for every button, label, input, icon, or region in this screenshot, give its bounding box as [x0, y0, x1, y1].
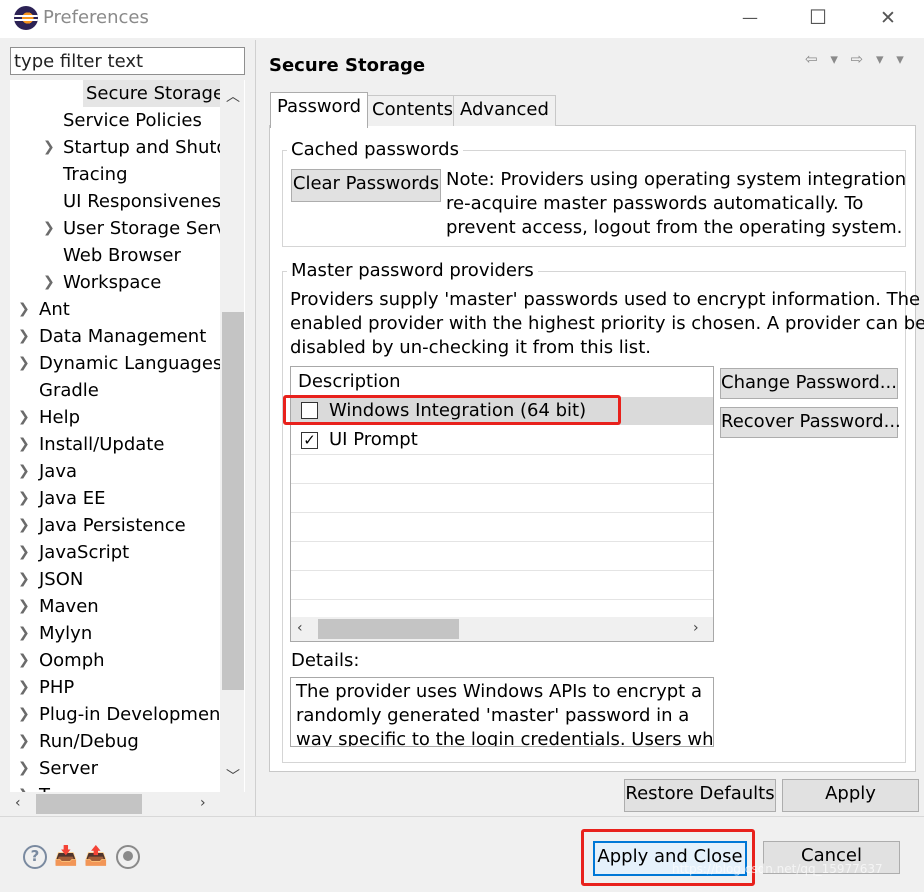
details-label: Details:: [291, 650, 360, 671]
table-grid-line: [291, 599, 713, 600]
expand-chevron-icon[interactable]: ❯: [18, 323, 30, 350]
tree-item[interactable]: JavaScript: [39, 539, 129, 566]
scroll-right-icon[interactable]: ›: [200, 795, 206, 811]
tree-item[interactable]: Oomph: [39, 647, 105, 674]
tree-item[interactable]: Java Persistence: [39, 512, 186, 539]
tree-item[interactable]: Java: [39, 458, 77, 485]
expand-chevron-icon[interactable]: ❯: [18, 350, 30, 377]
tree-item[interactable]: Dynamic Languages: [39, 350, 222, 377]
tree-item[interactable]: Run/Debug: [39, 728, 139, 755]
table-grid-line: [291, 512, 713, 513]
tree-item[interactable]: Ant: [39, 296, 70, 323]
tree-item[interactable]: Maven: [39, 593, 99, 620]
tree-item[interactable]: JSON: [39, 566, 83, 593]
scroll-left-icon[interactable]: ‹: [297, 620, 303, 636]
master-description: Providers supply 'master' passwords used…: [290, 289, 924, 358]
expand-chevron-icon[interactable]: ❯: [18, 296, 30, 323]
expand-chevron-icon[interactable]: ❯: [18, 701, 30, 728]
tree-item[interactable]: Data Management: [39, 323, 206, 350]
tree-item[interactable]: Install/Update: [39, 431, 164, 458]
master-providers-title: Master password providers: [287, 261, 538, 281]
expand-chevron-icon[interactable]: ❯: [18, 566, 30, 593]
scroll-down-icon[interactable]: ﹀: [226, 766, 240, 786]
export-icon[interactable]: 📤: [84, 845, 108, 867]
minimize-button[interactable]: —: [735, 4, 765, 34]
table-grid-line: [291, 483, 713, 484]
scroll-left-icon[interactable]: ‹: [15, 795, 21, 811]
expand-chevron-icon[interactable]: ❯: [18, 485, 30, 512]
tree-item[interactable]: Plug-in Development: [39, 701, 228, 728]
page-title: Secure Storage: [269, 55, 426, 76]
navigation-arrows-icon[interactable]: ⇦ ▾ ⇨ ▾ ▾: [805, 50, 908, 68]
expand-chevron-icon[interactable]: ❯: [18, 728, 30, 755]
highlight-annotation-box: [283, 395, 621, 425]
expand-chevron-icon[interactable]: ❯: [43, 269, 55, 296]
apply-button[interactable]: Apply: [782, 779, 919, 812]
tree-item[interactable]: Server: [39, 755, 98, 782]
tree-item[interactable]: Java EE: [39, 485, 106, 512]
expand-chevron-icon[interactable]: ❯: [18, 404, 30, 431]
expand-chevron-icon[interactable]: ❯: [18, 782, 30, 792]
tree-item[interactable]: Tracing: [63, 161, 128, 188]
import-icon[interactable]: 📥: [54, 845, 78, 867]
table-grid-line: [291, 570, 713, 571]
provider-label-ui-prompt[interactable]: UI Prompt: [329, 429, 418, 450]
tree-item[interactable]: Service Policies: [63, 107, 202, 134]
preference-tree[interactable]: Secure Storage Service Policies ❯ Startup a…: [10, 80, 245, 792]
tree-item[interactable]: UI Responsiveness: [63, 188, 231, 215]
expand-chevron-icon[interactable]: ❯: [18, 620, 30, 647]
tree-item[interactable]: Help: [39, 404, 80, 431]
watermark-text: https://blog.csdn.net/qq_15977637: [672, 862, 883, 876]
tree-horizontal-scroll-thumb[interactable]: [36, 794, 142, 814]
tree-item[interactable]: Secure Storage: [83, 80, 228, 107]
ui-prompt-checkbox[interactable]: ✓: [301, 432, 318, 449]
tree-item[interactable]: User Storage Servi: [63, 215, 231, 242]
cached-note: Note: Providers using operating system i…: [446, 169, 907, 238]
tree-item[interactable]: Workspace: [63, 269, 161, 296]
expand-chevron-icon[interactable]: ❯: [18, 647, 30, 674]
tree-item[interactable]: Mylyn: [39, 620, 92, 647]
expand-chevron-icon[interactable]: ❯: [18, 593, 30, 620]
record-icon[interactable]: [116, 845, 140, 869]
highlight-annotation-box: [581, 829, 755, 886]
expand-chevron-icon[interactable]: ❯: [18, 755, 30, 782]
bottom-separator: [0, 816, 924, 817]
clear-passwords-button[interactable]: Clear Passwords: [291, 169, 441, 202]
tree-item[interactable]: PHP: [39, 674, 74, 701]
scroll-up-icon[interactable]: ︿: [226, 86, 240, 106]
table-grid-line: [291, 541, 713, 542]
help-icon[interactable]: ?: [23, 845, 47, 869]
tree-item[interactable]: T: [39, 782, 50, 792]
expand-chevron-icon[interactable]: ❯: [43, 134, 55, 161]
expand-chevron-icon[interactable]: ❯: [18, 539, 30, 566]
filter-input[interactable]: [10, 47, 245, 75]
expand-chevron-icon[interactable]: ❯: [18, 458, 30, 485]
tab-contents[interactable]: Contents: [365, 95, 460, 126]
scroll-right-icon[interactable]: ›: [693, 620, 699, 636]
change-password-button[interactable]: Change Password...: [720, 368, 898, 399]
table-horizontal-scroll-thumb[interactable]: [318, 619, 459, 639]
tab-advanced[interactable]: Advanced: [453, 95, 556, 126]
tree-item[interactable]: Startup and Shutd: [63, 134, 228, 161]
maximize-button[interactable]: ☐: [803, 3, 833, 33]
cached-passwords-title: Cached passwords: [287, 140, 463, 160]
tree-item[interactable]: Gradle: [39, 377, 99, 404]
tab-password[interactable]: Password: [270, 92, 369, 128]
expand-chevron-icon[interactable]: ❯: [18, 431, 30, 458]
window-title: Preferences: [43, 7, 149, 28]
tree-vertical-scroll-thumb[interactable]: [222, 312, 244, 690]
expand-chevron-icon[interactable]: ❯: [43, 215, 55, 242]
restore-defaults-button[interactable]: Restore Defaults: [624, 779, 776, 812]
expand-chevron-icon[interactable]: ❯: [18, 674, 30, 701]
table-header-description[interactable]: Description: [298, 371, 401, 392]
table-grid-line: [291, 454, 713, 455]
pane-splitter[interactable]: [255, 40, 256, 816]
recover-password-button[interactable]: Recover Password...: [720, 407, 901, 438]
close-button[interactable]: ✕: [873, 4, 903, 34]
eclipse-logo-icon: [14, 6, 38, 30]
expand-chevron-icon[interactable]: ❯: [18, 512, 30, 539]
details-text-box[interactable]: The provider uses Windows APIs to encryp…: [290, 677, 714, 747]
tree-item[interactable]: Web Browser: [63, 242, 181, 269]
